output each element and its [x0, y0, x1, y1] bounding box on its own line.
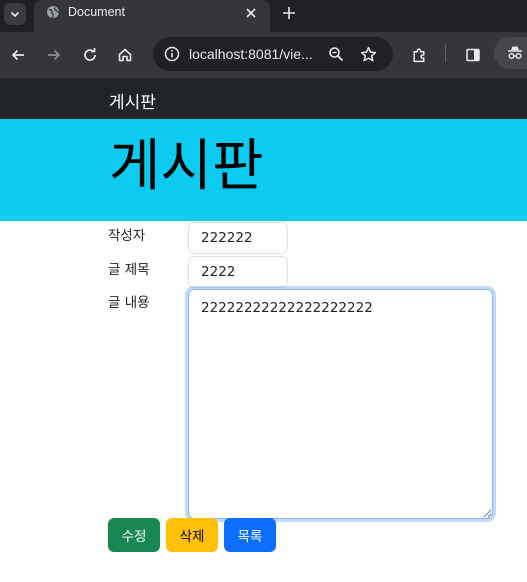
back-arrow-icon [11, 49, 24, 61]
delete-button[interactable]: 삭제 [166, 518, 218, 552]
address-bar[interactable]: localhost:8081/vie... [153, 37, 393, 71]
home-button[interactable] [114, 44, 136, 66]
writer-input[interactable] [188, 222, 288, 254]
extensions-button[interactable] [408, 44, 430, 66]
zoom-button[interactable] [325, 43, 347, 65]
list-button[interactable]: 목록 [224, 518, 276, 552]
profile-button[interactable] [494, 37, 527, 69]
edit-button[interactable]: 수정 [108, 518, 160, 552]
reload-button[interactable] [79, 44, 101, 66]
forward-button[interactable] [43, 44, 65, 66]
new-tab-button[interactable] [279, 3, 299, 23]
browser-tab[interactable]: Document [34, 0, 270, 32]
tab-close-button[interactable] [242, 4, 260, 22]
reload-icon [84, 48, 96, 61]
close-icon [246, 8, 256, 18]
plus-icon [283, 7, 295, 19]
side-panel-icon [466, 48, 480, 62]
bookmark-button[interactable] [357, 43, 379, 65]
title-input[interactable] [188, 256, 288, 288]
navbar-brand-link[interactable]: 게시판 [109, 88, 156, 113]
browser-tab-strip: Document [0, 0, 527, 32]
jumbotron: 게시판 [0, 119, 527, 221]
star-icon [360, 46, 376, 61]
address-url[interactable]: localhost:8081/vie... [189, 46, 313, 62]
site-info-icon [164, 46, 180, 62]
forward-arrow-icon [48, 49, 61, 61]
title-label: 글 제목 [108, 262, 150, 278]
incognito-icon [508, 46, 522, 59]
tab-title: Document [68, 5, 125, 19]
writer-label: 작성자 [108, 228, 146, 244]
site-info-button[interactable] [161, 43, 183, 65]
back-button[interactable] [7, 44, 29, 66]
page-title: 게시판 [109, 134, 264, 199]
chevron-down-icon [10, 11, 20, 18]
content-label: 글 내용 [108, 295, 150, 311]
globe-icon [47, 6, 60, 19]
navbar: 게시판 [0, 78, 527, 119]
toolbar-divider [445, 44, 446, 62]
home-icon [118, 48, 132, 62]
side-panel-button[interactable] [462, 44, 484, 66]
browser-toolbar: localhost:8081/vie... [0, 32, 527, 78]
extensions-icon [412, 47, 424, 62]
tab-search-button[interactable] [4, 3, 26, 25]
zoom-icon [329, 47, 344, 62]
content-textarea[interactable]: 22222222222222222222 [188, 289, 493, 519]
